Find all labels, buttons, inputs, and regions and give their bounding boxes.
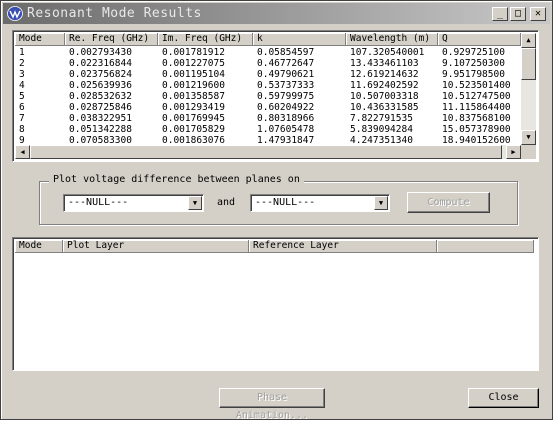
layer-table[interactable]: Mode Plot Layer Reference Layer	[12, 237, 539, 371]
table-cell: 15.057378900	[442, 124, 511, 135]
maximize-button[interactable]: □	[510, 7, 526, 21]
table-cell: 5.839094284	[350, 124, 413, 135]
chevron-down-icon[interactable]: ▼	[374, 196, 388, 210]
table-cell: 0.028725846	[69, 102, 132, 113]
table-cell: 0.60204922	[257, 102, 315, 113]
table-cell: 0.001769945	[162, 113, 225, 124]
table-cell: 0.022316844	[69, 58, 132, 69]
table-cell: 0.46772647	[257, 58, 315, 69]
table-cell: 12.619214632	[350, 69, 419, 80]
results-table[interactable]: Mode Re. Freq (GHz) Im. Freq (GHz) k Wavelen…	[12, 30, 539, 162]
table-cell: 0.001227075	[162, 58, 225, 69]
table-cell: 2	[19, 58, 25, 69]
horizontal-scrollbar[interactable]: ◀ ▶	[15, 145, 521, 159]
layer-column-header[interactable]: Mode	[15, 240, 63, 253]
plane1-combo-value: ---NULL---	[68, 197, 129, 208]
table-cell: 0.80318966	[257, 113, 315, 124]
table-cell: 0.038322951	[69, 113, 132, 124]
close-window-button[interactable]: ✕	[530, 7, 546, 21]
table-cell: 0.49790621	[257, 69, 315, 80]
table-cell: 0.001293419	[162, 102, 225, 113]
table-cell: 0.53737333	[257, 80, 315, 91]
scrollbar-corner	[521, 145, 536, 159]
results-column-header[interactable]: Q	[438, 33, 521, 46]
table-cell: 107.320540001	[350, 47, 425, 58]
table-row[interactable]: 1 0.002793430 0.001781912 0.05854597 107.320…	[13, 47, 519, 58]
table-cell: 10.512747500	[442, 91, 511, 102]
table-cell: 0.001195104	[162, 69, 225, 80]
table-row[interactable]: 7 0.038322951 0.001769945 0.80318966 7.82279…	[13, 113, 519, 124]
table-cell: 0.001358587	[162, 91, 225, 102]
table-cell: 11.115864400	[442, 102, 511, 113]
table-cell: 4	[19, 80, 25, 91]
table-cell: 0.001219600	[162, 80, 225, 91]
phase-animation-button[interactable]: Phase Animation...	[219, 388, 325, 421]
layer-column-header-filler	[437, 240, 534, 253]
close-button[interactable]: Close	[468, 388, 539, 408]
table-cell: 10.837568100	[442, 113, 511, 124]
table-row[interactable]: 5 0.028532632 0.001358587 0.59799975 10.5070…	[13, 91, 519, 102]
scroll-down-icon[interactable]: ▼	[521, 130, 536, 145]
table-cell: 0.028532632	[69, 91, 132, 102]
table-cell: 0.59799975	[257, 91, 315, 102]
table-cell: 1.07605478	[257, 124, 315, 135]
plane2-combo-value: ---NULL---	[255, 197, 316, 208]
results-column-header[interactable]: Wavelength (m)	[346, 33, 438, 46]
table-cell: 1	[19, 47, 25, 58]
table-cell: 0.001781912	[162, 47, 225, 58]
results-column-header[interactable]: Re. Freq (GHz)	[65, 33, 158, 46]
scroll-up-icon[interactable]: ▲	[521, 33, 536, 48]
table-cell: 0.929725100	[442, 47, 505, 58]
layer-column-header[interactable]: Plot Layer	[63, 240, 249, 253]
table-cell: 0.025639936	[69, 80, 132, 91]
compute-button[interactable]: Compute	[407, 192, 490, 213]
resonant-mode-results-window: Resonant Mode Results _ □ ✕ Mode Re. Freq…	[0, 0, 553, 421]
table-row[interactable]: 6 0.028725846 0.001293419 0.60204922 10.4363…	[13, 102, 519, 113]
vertical-scrollbar[interactable]: ▲ ▼	[521, 33, 536, 145]
results-column-header[interactable]: Im. Freq (GHz)	[158, 33, 253, 46]
table-cell: 5	[19, 91, 25, 102]
table-cell: 0.051342288	[69, 124, 132, 135]
table-row[interactable]: 2 0.022316844 0.001227075 0.46772647 13.4334…	[13, 58, 519, 69]
and-label: and	[217, 197, 236, 208]
table-cell: 7.822791535	[350, 113, 413, 124]
title-bar[interactable]: Resonant Mode Results _ □ ✕	[3, 3, 550, 24]
table-cell: 9.107250300	[442, 58, 505, 69]
table-cell: 6	[19, 102, 25, 113]
table-cell: 3	[19, 69, 25, 80]
table-cell: 11.692402592	[350, 80, 419, 91]
table-cell: 0.001705829	[162, 124, 225, 135]
scroll-right-icon[interactable]: ▶	[506, 145, 521, 159]
table-cell: 0.05854597	[257, 47, 315, 58]
chevron-down-icon[interactable]: ▼	[188, 196, 202, 210]
plane1-combo[interactable]: ---NULL--- ▼	[63, 194, 204, 212]
layer-column-header[interactable]: Reference Layer	[249, 240, 437, 253]
results-column-header[interactable]: Mode	[15, 33, 65, 46]
horizontal-scroll-thumb[interactable]	[30, 145, 502, 159]
table-cell: 0.002793430	[69, 47, 132, 58]
table-cell: 7	[19, 113, 25, 124]
scroll-thumb[interactable]	[521, 48, 536, 80]
minimize-button[interactable]: _	[492, 7, 508, 21]
results-column-header[interactable]: k	[253, 33, 346, 46]
table-cell: 10.523501400	[442, 80, 511, 91]
plane2-combo[interactable]: ---NULL--- ▼	[250, 194, 390, 212]
table-cell: 10.507003318	[350, 91, 419, 102]
table-cell: 8	[19, 124, 25, 135]
table-cell: 13.433461103	[350, 58, 419, 69]
table-cell: 9.951798500	[442, 69, 505, 80]
table-row[interactable]: 8 0.051342288 0.001705829 1.07605478 5.83909…	[13, 124, 519, 135]
window-title: Resonant Mode Results	[27, 6, 202, 21]
table-cell: 0.023756824	[69, 69, 132, 80]
plot-voltage-group-label: Plot voltage difference between planes o…	[49, 173, 304, 187]
app-logo-icon	[7, 6, 23, 21]
scroll-left-icon[interactable]: ◀	[15, 145, 30, 159]
table-cell: 10.436331585	[350, 102, 419, 113]
table-row[interactable]: 3 0.023756824 0.001195104 0.49790621 12.6192…	[13, 69, 519, 80]
table-row[interactable]: 4 0.025639936 0.001219600 0.53737333 11.6924…	[13, 80, 519, 91]
